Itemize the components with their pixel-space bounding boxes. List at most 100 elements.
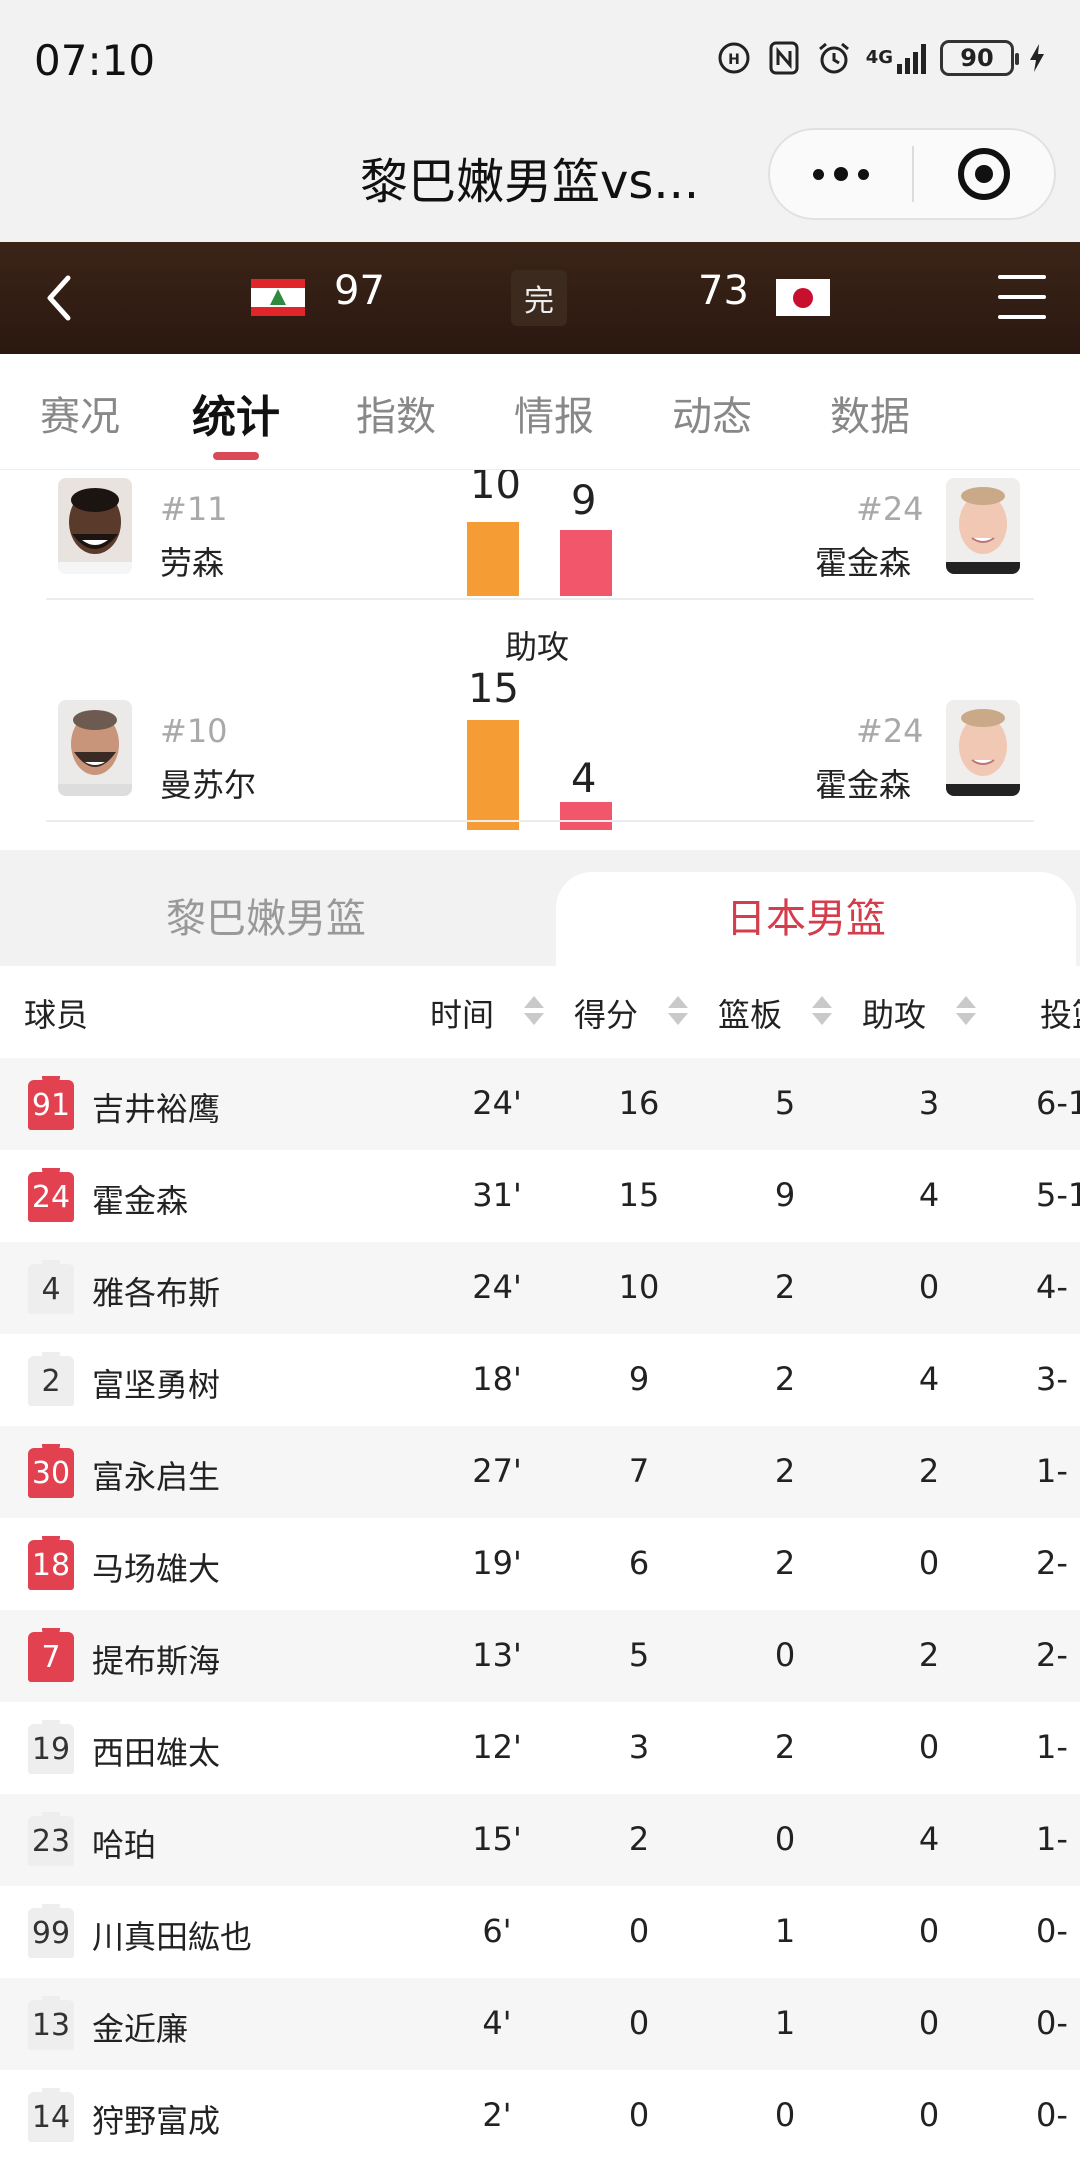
cell-assists: 2 — [918, 1636, 940, 1674]
player-name[interactable]: 哈珀 — [92, 1820, 156, 1866]
player-name[interactable]: 雅各布斯 — [92, 1268, 220, 1314]
cell-assists: 4 — [918, 1820, 940, 1858]
cell-time: 19' — [472, 1544, 522, 1582]
table-row[interactable]: 4 雅各布斯 24' 10 2 0 4- — [0, 1242, 1080, 1334]
player-name[interactable]: 川真田紘也 — [92, 1912, 252, 1958]
away-stat-value: 9 — [571, 478, 597, 524]
away-player-number: #24 — [856, 712, 924, 750]
table-row[interactable]: 7 提布斯海 13' 5 0 2 2- — [0, 1610, 1080, 1702]
cell-points: 0 — [628, 1912, 650, 1950]
team-switch: 黎巴嫩男篮 日本男篮 — [0, 850, 1080, 966]
cell-fg: 1- — [1036, 1452, 1068, 1490]
away-player-avatar[interactable] — [946, 478, 1020, 574]
mini-program-capsule — [768, 128, 1056, 220]
tab-odds[interactable]: 指数 — [356, 384, 436, 442]
cell-fg: 1- — [1036, 1820, 1068, 1858]
cell-assists: 0 — [918, 1728, 940, 1766]
player-name[interactable]: 富坚勇树 — [92, 1360, 220, 1406]
col-fg[interactable]: 投篮 — [1040, 990, 1080, 1036]
cell-rebounds: 1 — [774, 1912, 796, 1950]
cell-assists: 4 — [918, 1176, 940, 1214]
table-row[interactable]: 24 霍金森 31' 15 9 4 5-1 — [0, 1150, 1080, 1242]
cell-assists: 2 — [918, 1452, 940, 1490]
divider — [46, 820, 1034, 822]
away-player-avatar[interactable] — [946, 700, 1020, 796]
home-player-name: 曼苏尔 — [160, 766, 257, 804]
player-name[interactable]: 霍金森 — [92, 1176, 188, 1222]
status-time: 07:10 — [34, 36, 156, 85]
cell-rebounds: 9 — [774, 1176, 796, 1214]
col-assists[interactable]: 助攻 — [862, 990, 926, 1036]
cell-time: 27' — [472, 1452, 522, 1490]
cell-fg: 0- — [1036, 1912, 1068, 1950]
cell-points: 16 — [618, 1084, 660, 1122]
table-row[interactable]: 19 西田雄太 12' 3 2 0 1- — [0, 1702, 1080, 1794]
jersey-icon: 91 — [28, 1076, 74, 1130]
tab-live[interactable]: 赛况 — [40, 384, 120, 442]
jersey-icon: 13 — [28, 1996, 74, 2050]
col-player: 球员 — [24, 996, 89, 1034]
table-row[interactable]: 13 金近廉 4' 0 1 0 0- — [0, 1978, 1080, 2070]
table-row[interactable]: 99 川真田紘也 6' 0 1 0 0- — [0, 1886, 1080, 1978]
table-row[interactable]: 14 狩野富成 2' 0 0 0 0- — [0, 2070, 1080, 2160]
status-icons: H 4G 90 — [716, 36, 1046, 80]
table-row[interactable]: 18 马场雄大 19' 6 2 0 2- — [0, 1518, 1080, 1610]
home-stat-value: 10 — [470, 470, 521, 508]
player-name[interactable]: 吉井裕鹰 — [92, 1084, 220, 1130]
cell-rebounds: 1 — [774, 2004, 796, 2042]
player-name[interactable]: 提布斯海 — [92, 1636, 220, 1682]
team-tab-home[interactable]: 黎巴嫩男篮 — [166, 886, 366, 944]
table-row[interactable]: 30 富永启生 27' 7 2 2 1- — [0, 1426, 1080, 1518]
player-name[interactable]: 西田雄太 — [92, 1728, 220, 1774]
cell-points: 10 — [618, 1268, 660, 1306]
cell-fg: 0- — [1036, 2096, 1068, 2134]
charging-icon — [1028, 40, 1046, 76]
sort-icon[interactable] — [956, 996, 976, 1030]
cell-assists: 0 — [918, 1544, 940, 1582]
sort-icon[interactable] — [812, 996, 832, 1030]
battery-icon: 90 — [940, 40, 1019, 76]
away-stat-bar — [560, 530, 612, 596]
menu-button[interactable] — [998, 275, 1046, 319]
active-tab-indicator — [213, 452, 259, 460]
sort-icon[interactable] — [668, 996, 688, 1030]
home-score: 97 — [334, 268, 385, 314]
player-name[interactable]: 马场雄大 — [92, 1544, 220, 1590]
player-name[interactable]: 狩野富成 — [92, 2096, 220, 2142]
table-row[interactable]: 23 哈珀 15' 2 0 4 1- — [0, 1794, 1080, 1886]
cell-time: 15' — [472, 1820, 522, 1858]
home-player-avatar[interactable] — [58, 478, 132, 574]
cell-rebounds: 2 — [774, 1544, 796, 1582]
col-rebounds[interactable]: 篮板 — [718, 990, 782, 1036]
tab-data[interactable]: 数据 — [830, 384, 910, 442]
home-stat-bar — [467, 522, 519, 596]
home-player-avatar[interactable] — [58, 700, 132, 796]
cell-time: 2' — [482, 2096, 512, 2134]
table-row[interactable]: 91 吉井裕鹰 24' 16 5 3 6-1 — [0, 1058, 1080, 1150]
more-button[interactable] — [770, 130, 912, 218]
table-row[interactable]: 2 富坚勇树 18' 9 2 4 3- — [0, 1334, 1080, 1426]
alarm-icon — [816, 40, 852, 76]
cell-points: 0 — [628, 2004, 650, 2042]
close-mini-program-button[interactable] — [914, 130, 1054, 218]
player-name[interactable]: 金近廉 — [92, 2004, 188, 2050]
score-header: 97 完 73 — [0, 242, 1080, 354]
cell-fg: 1- — [1036, 1728, 1068, 1766]
cell-time: 24' — [472, 1268, 522, 1306]
jersey-icon: 18 — [28, 1536, 74, 1590]
table-header: 球员 时间 得分 篮板 助攻 投篮 — [0, 966, 1080, 1058]
home-player-number: #11 — [160, 490, 228, 528]
tab-feed[interactable]: 动态 — [672, 384, 752, 442]
team-tab-away[interactable]: 日本男篮 — [726, 886, 886, 944]
col-time[interactable]: 时间 — [430, 990, 494, 1036]
player-name[interactable]: 富永启生 — [92, 1452, 220, 1498]
cell-fg: 6-1 — [1036, 1084, 1080, 1122]
cell-time: 31' — [472, 1176, 522, 1214]
back-button[interactable] — [38, 272, 82, 324]
cell-fg: 3- — [1036, 1360, 1068, 1398]
tab-stats[interactable]: 统计 — [192, 381, 280, 445]
sort-icon[interactable] — [524, 996, 544, 1030]
col-points[interactable]: 得分 — [574, 990, 638, 1036]
tab-intel[interactable]: 情报 — [514, 384, 594, 442]
player-stats-table: 球员 时间 得分 篮板 助攻 投篮 91吉井裕鹰24'16536-124霍金森3… — [0, 966, 1080, 2160]
